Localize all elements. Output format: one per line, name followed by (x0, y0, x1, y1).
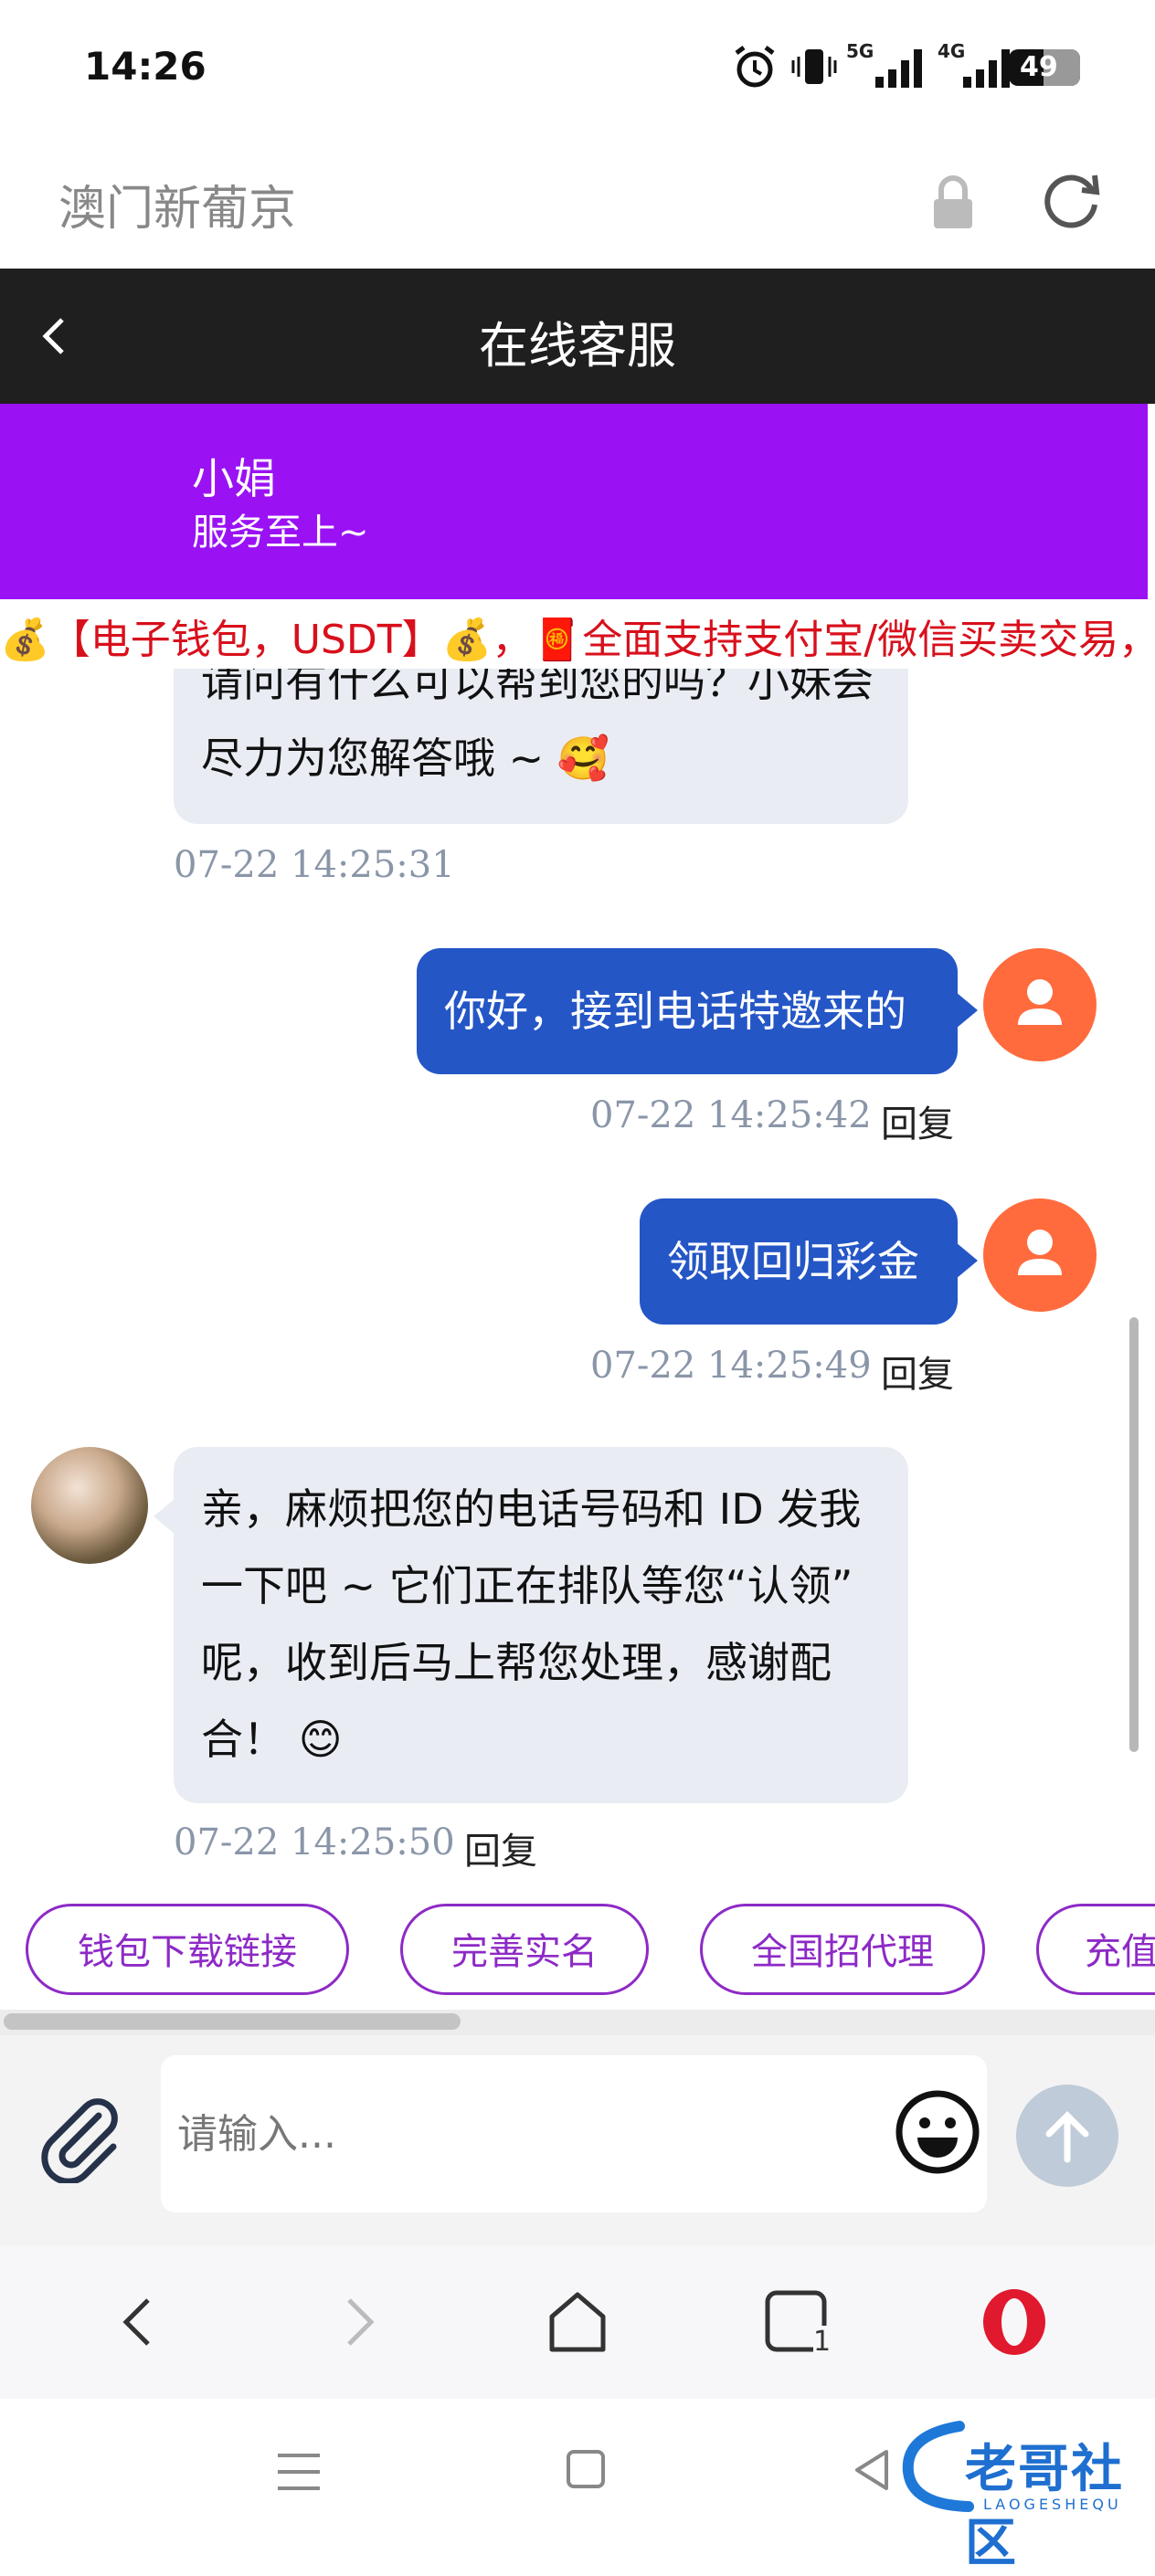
message-line: 一下吧 ~ 它们正在排队等您“认领” (201, 1561, 853, 1610)
reply-link[interactable]: 回复 (464, 1821, 537, 1867)
message-list[interactable]: 请问有什么可以帮到您的吗？小妹会 尽力为您解答哦 ~ 🥰 07-22 14:25… (0, 669, 1133, 1867)
page-title: 在线客服 (479, 317, 676, 375)
message-line: 呢，收到后马上帮您处理，感谢配 (201, 1638, 832, 1687)
user-avatar[interactable] (983, 1198, 1097, 1312)
watermark-logo: 老哥社区 LAOGESHEQU (895, 2417, 1142, 2573)
user-icon (1018, 1230, 1062, 1275)
announcement-marquee: 💰【电子钱包，USDT】💰，🧧全面支持支付宝/微信买卖交易， (0, 599, 1148, 669)
opera-icon[interactable] (978, 2286, 1051, 2359)
quick-reply-scrollbar[interactable] (4, 2013, 461, 2030)
quick-reply-bar[interactable]: 钱包下载链接 完善实名 全国招代理 充值 (0, 1867, 1155, 2022)
agent-slogan: 服务至上~ (192, 512, 369, 554)
home-icon[interactable] (541, 2286, 614, 2359)
tab-count: 1 (813, 2326, 832, 2358)
agent-banner: 小娟 服务至上~ (0, 404, 1148, 599)
marquee-text: 💰【电子钱包，USDT】💰，🧧全面支持支付宝/微信买卖交易， (0, 617, 1148, 663)
vibrate-icon (791, 49, 837, 84)
message-timestamp: 07-22 14:25:49 (590, 1345, 872, 1387)
message-timestamp: 07-22 14:25:50 (174, 1821, 455, 1863)
alarm-icon (735, 46, 775, 88)
lock-icon (934, 175, 972, 228)
status-time: 14:26 (84, 44, 207, 89)
menu-icon[interactable] (274, 2450, 323, 2494)
user-message-bubble: 你好，接到电话特邀来的 (417, 948, 978, 1074)
emoji-icon[interactable] (894, 2088, 981, 2176)
browser-address-bar[interactable]: 澳门新葡京 (0, 137, 1155, 269)
tabs-button[interactable]: 1 (760, 2286, 833, 2359)
reply-link[interactable]: 回复 (881, 1345, 954, 1398)
status-bar: 14:26 5G 4G 49 (0, 0, 1155, 137)
quick-reply-chip[interactable]: 充值 (1036, 1904, 1155, 1995)
chat-header: 在线客服 (0, 269, 1155, 404)
system-nav: 老哥社区 LAOGESHEQU (0, 2399, 1155, 2573)
message-line: 尽力为您解答哦 ~ 🥰 (201, 734, 610, 783)
agent-message-bubble: 请问有什么可以帮到您的吗？小妹会 尽力为您解答哦 ~ 🥰 (174, 669, 908, 824)
back-triangle-icon[interactable] (850, 2446, 894, 2494)
battery-icon: 49 (1009, 49, 1080, 86)
signal-5g-icon: 5G (846, 40, 930, 91)
signal-4g-icon: 4G (934, 40, 1020, 91)
agent-name: 小娟 (192, 454, 276, 503)
send-button[interactable] (1016, 2085, 1118, 2187)
reload-icon[interactable] (1036, 164, 1106, 234)
agent-avatar[interactable] (31, 1447, 148, 1564)
user-message-bubble: 领取回归彩金 (640, 1198, 978, 1325)
input-bar: 请输入... (0, 2035, 1155, 2245)
input-placeholder[interactable]: 请输入... (177, 2101, 336, 2159)
home-square-icon[interactable] (565, 2448, 607, 2490)
back-icon[interactable] (102, 2286, 175, 2359)
message-scrollbar[interactable] (1129, 1317, 1139, 1752)
quick-reply-chip[interactable]: 完善实名 (400, 1904, 649, 1995)
forward-icon[interactable] (322, 2286, 395, 2359)
quick-reply-chip[interactable]: 全国招代理 (700, 1904, 985, 1995)
browser-nav: 1 (0, 2245, 1155, 2399)
back-arrow-icon[interactable] (27, 307, 82, 365)
quick-reply-chip[interactable]: 钱包下载链接 (26, 1904, 349, 1995)
message-line: 合！ 😊 (201, 1715, 343, 1764)
message-timestamp: 07-22 14:25:31 (174, 844, 455, 886)
site-title[interactable]: 澳门新葡京 (58, 170, 296, 238)
message-timestamp: 07-22 14:25:42 (590, 1094, 872, 1136)
agent-message-bubble: 亲，麻烦把您的电话号码和 ID 发我 一下吧 ~ 它们正在排队等您“认领” 呢，… (154, 1447, 908, 1803)
message-line: 请问有什么可以帮到您的吗？小妹会 (201, 669, 874, 706)
user-avatar[interactable] (983, 948, 1097, 1061)
user-icon (1018, 979, 1062, 1025)
reply-link[interactable]: 回复 (881, 1094, 954, 1147)
arrow-up-icon (1045, 2111, 1089, 2163)
message-line: 亲，麻烦把您的电话号码和 ID 发我 (201, 1484, 862, 1534)
attachment-icon[interactable] (35, 2092, 126, 2183)
